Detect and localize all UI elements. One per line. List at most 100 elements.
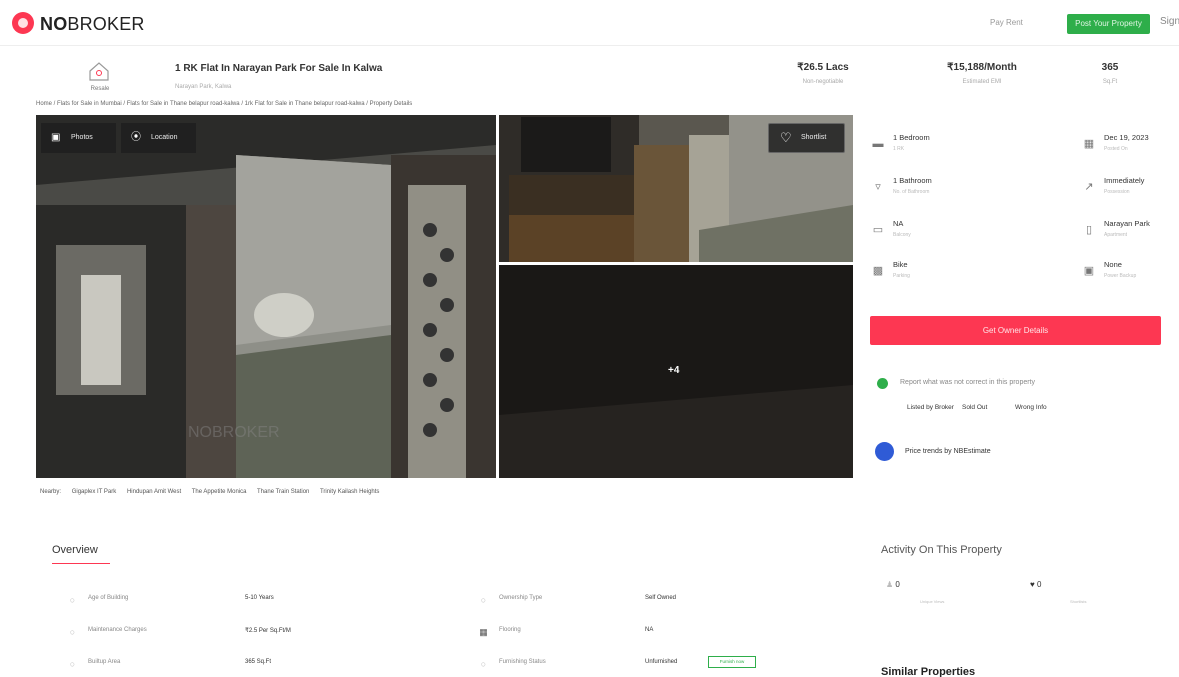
sofa-icon: ▭ xyxy=(872,224,884,236)
overview-label: Builtup Area xyxy=(88,659,121,665)
price-stat: ₹26.5 Lacs Non-negotiable xyxy=(788,62,858,85)
person-icon: ♟ xyxy=(886,580,896,589)
overview-value: Unfurnished xyxy=(645,659,678,665)
get-owner-details-button[interactable]: Get Owner Details xyxy=(870,316,1161,345)
property-type-label: Resale xyxy=(90,86,110,92)
overview-label: Flooring xyxy=(499,627,521,633)
logo[interactable]: NOBROKER xyxy=(40,14,145,35)
similar-properties-title: Similar Properties xyxy=(881,666,976,677)
detail-title: NA xyxy=(893,219,904,228)
overview-value: Self Owned xyxy=(645,595,677,601)
overview-underline xyxy=(52,563,110,564)
location-icon: ⦿ xyxy=(131,132,141,143)
report-sold-out[interactable]: Sold Out xyxy=(962,404,987,411)
flooring-icon: ▦ xyxy=(479,627,488,637)
views-label: Unique Views xyxy=(920,599,945,604)
nearby-place[interactable]: Gigaplex IT Park xyxy=(72,489,117,495)
photos-label: Photos xyxy=(71,134,93,141)
price-trends-link[interactable]: Price trends by NBEstimate xyxy=(905,448,991,455)
detail-subtitle: Posted On xyxy=(1104,146,1128,152)
activity-title: Activity On This Property xyxy=(881,544,1002,556)
calendar-icon: ▦ xyxy=(1083,138,1095,150)
shortlist-button[interactable]: ♡ Shortlist xyxy=(768,123,845,153)
overview-label: Furnishing Status xyxy=(499,659,546,665)
nearby-place[interactable]: Thane Train Station xyxy=(257,489,309,495)
views-count: ♟ 0 xyxy=(886,580,900,589)
nearby-label: Nearby: xyxy=(40,489,62,495)
property-subtitle: Narayan Park, Kalwa xyxy=(175,84,232,90)
detail-apartment: ▯ Narayan Park Apartment xyxy=(1082,219,1179,249)
detail-subtitle: Possession xyxy=(1104,189,1130,195)
property-title: 1 RK Flat In Narayan Park For Sale In Ka… xyxy=(175,63,383,74)
heart-icon: ♡ xyxy=(780,130,792,145)
report-listed-by-broker[interactable]: Listed by Broker xyxy=(907,404,954,411)
detail-power-backup: ▣ None Power Backup xyxy=(1082,260,1179,290)
detail-title: None xyxy=(1104,260,1122,269)
detail-balcony: ▭ NA Balcony xyxy=(871,219,1011,249)
overview-value: NA xyxy=(645,627,654,633)
emi-label[interactable]: Estimated EMI xyxy=(927,79,1037,85)
camera-icon: ▣ xyxy=(51,132,61,143)
detail-subtitle: No. of Bathroom xyxy=(893,189,930,195)
shortlists-count: ♥ 0 xyxy=(1030,580,1042,589)
emi-value: ₹15,188/Month xyxy=(947,62,1017,73)
nearby-place[interactable]: The Appetite Monica xyxy=(192,489,247,495)
location-label: Location xyxy=(151,134,178,141)
detail-bedroom: ▬ 1 Bedroom 1 RK xyxy=(871,133,1011,163)
detail-bathroom: ▿ 1 Bathroom No. of Bathroom xyxy=(871,176,1011,206)
report-prompt: Report what was not correct in this prop… xyxy=(900,379,1036,386)
building-icon: ▯ xyxy=(1085,224,1093,236)
post-property-button[interactable]: Post Your Property xyxy=(1067,14,1150,34)
breadcrumb[interactable]: Home / Flats for Sale in Mumbai / Flats … xyxy=(36,101,412,107)
ownership-icon: ○ xyxy=(480,595,487,605)
parking-icon: ▩ xyxy=(872,265,884,277)
age-icon: ○ xyxy=(69,595,76,605)
shortlist-label: Shortlist xyxy=(801,134,827,141)
area-value: 365 xyxy=(1101,62,1119,73)
overview-label: Age of Building xyxy=(88,595,129,601)
location-button[interactable]: ⦿ Location xyxy=(121,123,196,153)
price-note: Non-negotiable xyxy=(802,79,844,85)
power-icon: ▣ xyxy=(1083,265,1095,277)
detail-parking: ▩ Bike Parking xyxy=(871,260,1011,290)
detail-title: 1 Bathroom xyxy=(893,176,932,185)
area-stat: 365 Sq.Ft xyxy=(1090,62,1130,85)
shortlists-label: Shortlists xyxy=(1070,599,1087,604)
overview-title: Overview xyxy=(52,544,98,556)
user-menu[interactable]: Sign xyxy=(1160,16,1179,27)
overview-card xyxy=(38,531,820,677)
overview-value: 365 Sq.Ft xyxy=(245,659,272,665)
maintenance-icon: ○ xyxy=(69,627,76,637)
house-icon xyxy=(89,62,109,81)
area-unit: Sq.Ft xyxy=(1102,79,1118,85)
pay-rent-link[interactable]: Pay Rent xyxy=(990,18,1023,27)
emi-stat: ₹15,188/Month Estimated EMI xyxy=(927,62,1037,85)
key-icon: ↗ xyxy=(1084,181,1094,193)
furnishing-icon: ○ xyxy=(480,659,487,669)
furnish-now-button[interactable]: Furnish now xyxy=(708,656,756,668)
page: NOBROKER Pay Rent Post Your Property Sig… xyxy=(0,0,1179,677)
room-photo-main: NOBROKER xyxy=(36,115,496,478)
report-icon xyxy=(877,378,888,389)
more-photos-count[interactable]: +4 xyxy=(668,365,679,376)
overview-value: 5-10 Years xyxy=(245,595,274,601)
detail-title: 1 Bedroom xyxy=(893,133,930,142)
detail-title: Narayan Park xyxy=(1104,219,1150,228)
heart-filled-icon: ♥ xyxy=(1030,580,1037,589)
detail-subtitle: Parking xyxy=(893,273,910,279)
report-wrong-info[interactable]: Wrong Info xyxy=(1015,404,1047,411)
nearby-place[interactable]: Trinity Kailash Heights xyxy=(320,489,379,495)
detail-subtitle: 1 RK xyxy=(893,146,905,152)
detail-title: Immediately xyxy=(1104,176,1145,185)
detail-subtitle: Power Backup xyxy=(1104,273,1137,279)
detail-subtitle: Balcony xyxy=(893,232,911,238)
detail-title: Dec 19, 2023 xyxy=(1104,133,1149,142)
bath-icon: ▿ xyxy=(875,181,881,193)
detail-possession: ↗ Immediately Possession xyxy=(1082,176,1179,206)
overview-value: ₹2.5 Per Sq.Ft/M xyxy=(245,628,291,634)
logo-icon[interactable] xyxy=(12,12,34,34)
nearby-place[interactable]: Hindupan Amit West xyxy=(127,489,181,495)
nearby-places: Nearby: Gigaplex IT Park Hindupan Amit W… xyxy=(40,489,388,495)
photos-button[interactable]: ▣ Photos xyxy=(41,123,116,153)
main-photo[interactable]: NOBROKER xyxy=(36,115,496,478)
